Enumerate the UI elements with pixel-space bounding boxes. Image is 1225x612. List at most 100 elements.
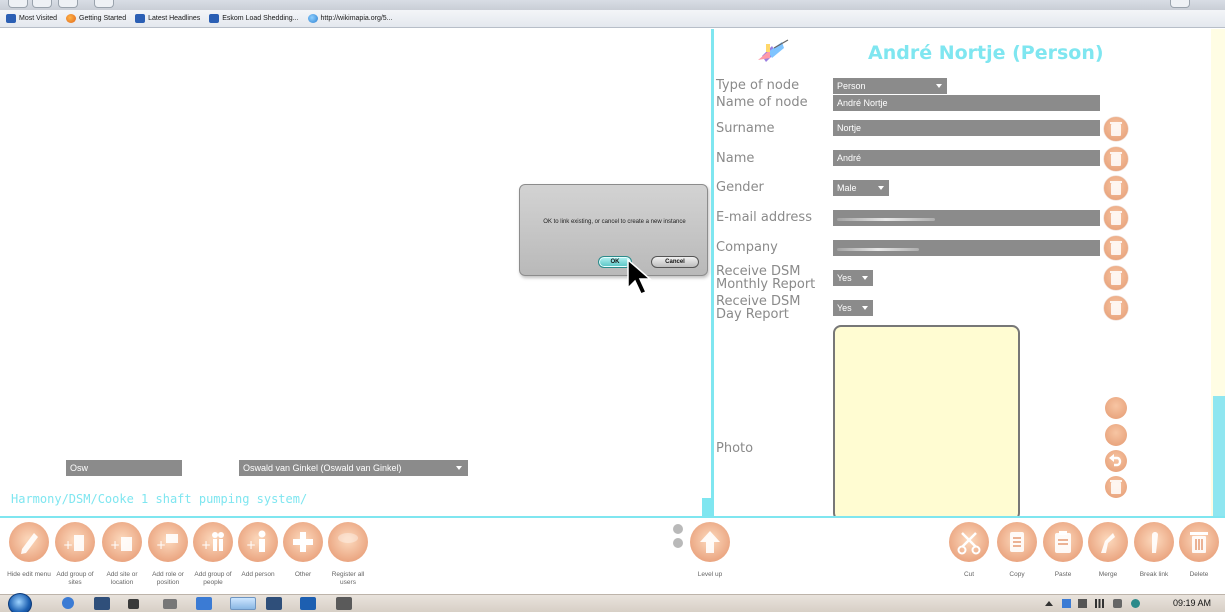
app2-taskbar-icon[interactable] <box>196 597 212 610</box>
other-button[interactable]: Other <box>280 522 326 579</box>
register-users-icon <box>328 522 368 562</box>
camera-icon[interactable] <box>1105 397 1127 419</box>
monthly-report-select[interactable]: Yes <box>833 270 873 286</box>
surname-field[interactable]: Nortje <box>833 120 1100 136</box>
register-all-users-button[interactable]: Register all users <box>325 522 371 587</box>
app4-taskbar-icon[interactable] <box>300 597 316 610</box>
break-link-button[interactable]: Break link <box>1131 522 1177 579</box>
signal-tray-icon[interactable] <box>1095 599 1104 608</box>
tray-expand-icon[interactable] <box>1045 601 1053 606</box>
breadcrumb-path: Harmony/DSM/Cooke 1 shaft pumping system… <box>11 492 308 506</box>
search-input[interactable]: Osw <box>66 460 182 476</box>
firefox-icon <box>66 14 76 23</box>
network-tray-icon[interactable] <box>1062 599 1071 608</box>
add-role-button[interactable]: + Add role or position <box>145 522 191 587</box>
toolbar-label: Cut <box>963 571 975 578</box>
type-of-node-select[interactable]: Person <box>833 78 947 94</box>
paste-button[interactable]: Paste <box>1040 522 1086 579</box>
level-up-button[interactable]: Level up <box>687 522 733 579</box>
management-toolbox-logo <box>758 39 789 62</box>
hide-edit-menu-button[interactable]: Hide edit menu <box>6 522 52 579</box>
cancel-button[interactable]: Cancel <box>651 256 699 268</box>
bookmark-most-visited[interactable]: Most Visited <box>6 14 57 23</box>
copy-button[interactable]: Copy <box>994 522 1040 579</box>
merge-button[interactable]: Merge <box>1085 522 1131 579</box>
bookmark-label: Most Visited <box>19 15 57 22</box>
browser-tab-strip <box>0 0 1225 10</box>
svg-text:+: + <box>110 538 120 552</box>
start-button[interactable] <box>8 593 32 612</box>
bookmark-getting-started[interactable]: Getting Started <box>66 14 126 23</box>
toolbar-label: Register all users <box>331 571 365 586</box>
toolbar-label: Copy <box>1009 571 1025 578</box>
trash-icon <box>1179 522 1219 562</box>
history-button[interactable] <box>58 0 78 8</box>
delete-monthly-report-trash-icon[interactable] <box>1104 266 1128 290</box>
photo-label: Photo <box>716 441 754 456</box>
delete-day-report-trash-icon[interactable] <box>1104 296 1128 320</box>
user-select[interactable]: Oswald van Ginkel (Oswald van Ginkel) <box>239 460 468 476</box>
action-center-icon[interactable] <box>1078 599 1087 608</box>
app-taskbar-icon[interactable] <box>128 599 139 609</box>
name-label: Name <box>716 151 755 166</box>
back-button[interactable] <box>8 0 28 8</box>
name-field[interactable]: André <box>833 150 1100 166</box>
company-label: Company <box>716 240 778 255</box>
photo-box[interactable] <box>833 325 1020 521</box>
chevron-down-icon <box>862 306 868 310</box>
delete-button[interactable]: Delete <box>1176 522 1222 579</box>
right-scrollbar-thumb[interactable] <box>1213 396 1225 516</box>
cmd-taskbar-icon[interactable] <box>163 599 177 609</box>
delete-email-trash-icon[interactable] <box>1104 206 1128 230</box>
type-of-node-label: Type of node <box>716 78 800 93</box>
cut-button[interactable]: Cut <box>946 522 992 579</box>
add-role-icon: + <box>148 522 188 562</box>
chevron-down-icon <box>936 84 942 88</box>
toolbar-label: Add role or position <box>152 571 184 586</box>
company-field[interactable] <box>833 240 1100 256</box>
toolbar-label: Hide edit menu <box>7 571 51 578</box>
email-field[interactable] <box>833 210 1100 226</box>
name-of-node-label: Name of node <box>716 95 808 110</box>
clock[interactable]: 09:19 AM <box>1173 598 1211 608</box>
add-site-button[interactable]: + Add site or location <box>99 522 145 587</box>
app-tray-icon[interactable] <box>1131 599 1140 608</box>
delete-surname-trash-icon[interactable] <box>1104 117 1128 141</box>
gender-select[interactable]: Male <box>833 180 889 196</box>
toolbar-label: Delete <box>1189 571 1209 578</box>
user-select-value: Oswald van Ginkel (Oswald van Ginkel) <box>243 463 402 473</box>
volume-tray-icon[interactable] <box>1113 599 1122 608</box>
bookmark-label: Getting Started <box>79 15 127 22</box>
dialog-message: OK to link existing, or cancel to create… <box>543 219 686 225</box>
delete-name-trash-icon[interactable] <box>1104 147 1128 171</box>
add-group-of-people-button[interactable]: + Add group of people <box>190 522 236 587</box>
name-of-node-field[interactable]: André Nortje <box>833 95 1100 111</box>
ie-taskbar-icon[interactable] <box>62 597 74 609</box>
day-report-select[interactable]: Yes <box>833 300 873 316</box>
app3-taskbar-icon[interactable] <box>266 597 282 610</box>
merge-icon <box>1088 522 1128 562</box>
bookmark-latest-headlines[interactable]: Latest Headlines <box>135 14 200 23</box>
chevron-down-icon <box>456 466 462 470</box>
day-report-label: Receive DSM Day Report <box>716 294 801 322</box>
delete-gender-trash-icon[interactable] <box>1104 176 1128 200</box>
delete-company-trash-icon[interactable] <box>1104 236 1128 260</box>
delete-photo-trash-icon[interactable] <box>1105 476 1127 498</box>
explorer-taskbar-icon[interactable] <box>94 597 110 610</box>
undo-icon[interactable] <box>1105 450 1127 472</box>
firefox-taskbar-icon[interactable] <box>230 597 256 610</box>
bookmark-eskom[interactable]: Eskom Load Shedding... <box>209 14 299 23</box>
app5-taskbar-icon[interactable] <box>336 597 352 610</box>
pane-divider-handle[interactable] <box>702 498 711 516</box>
upload-photo-icon[interactable] <box>1105 424 1127 446</box>
toolbar-label: Add person <box>241 571 275 578</box>
search-engine-button[interactable] <box>1170 0 1190 8</box>
scroll-up-down-icon[interactable] <box>672 522 684 550</box>
add-group-of-sites-button[interactable]: + Add group of sites <box>52 522 98 587</box>
scissors-icon <box>949 522 989 562</box>
reload-button[interactable] <box>94 0 114 8</box>
type-of-node-value: Person <box>837 81 866 91</box>
bookmark-wikimapia[interactable]: http://wikimapia.org/5... <box>307 14 393 23</box>
forward-button[interactable] <box>32 0 52 8</box>
add-person-button[interactable]: + Add person <box>235 522 281 579</box>
